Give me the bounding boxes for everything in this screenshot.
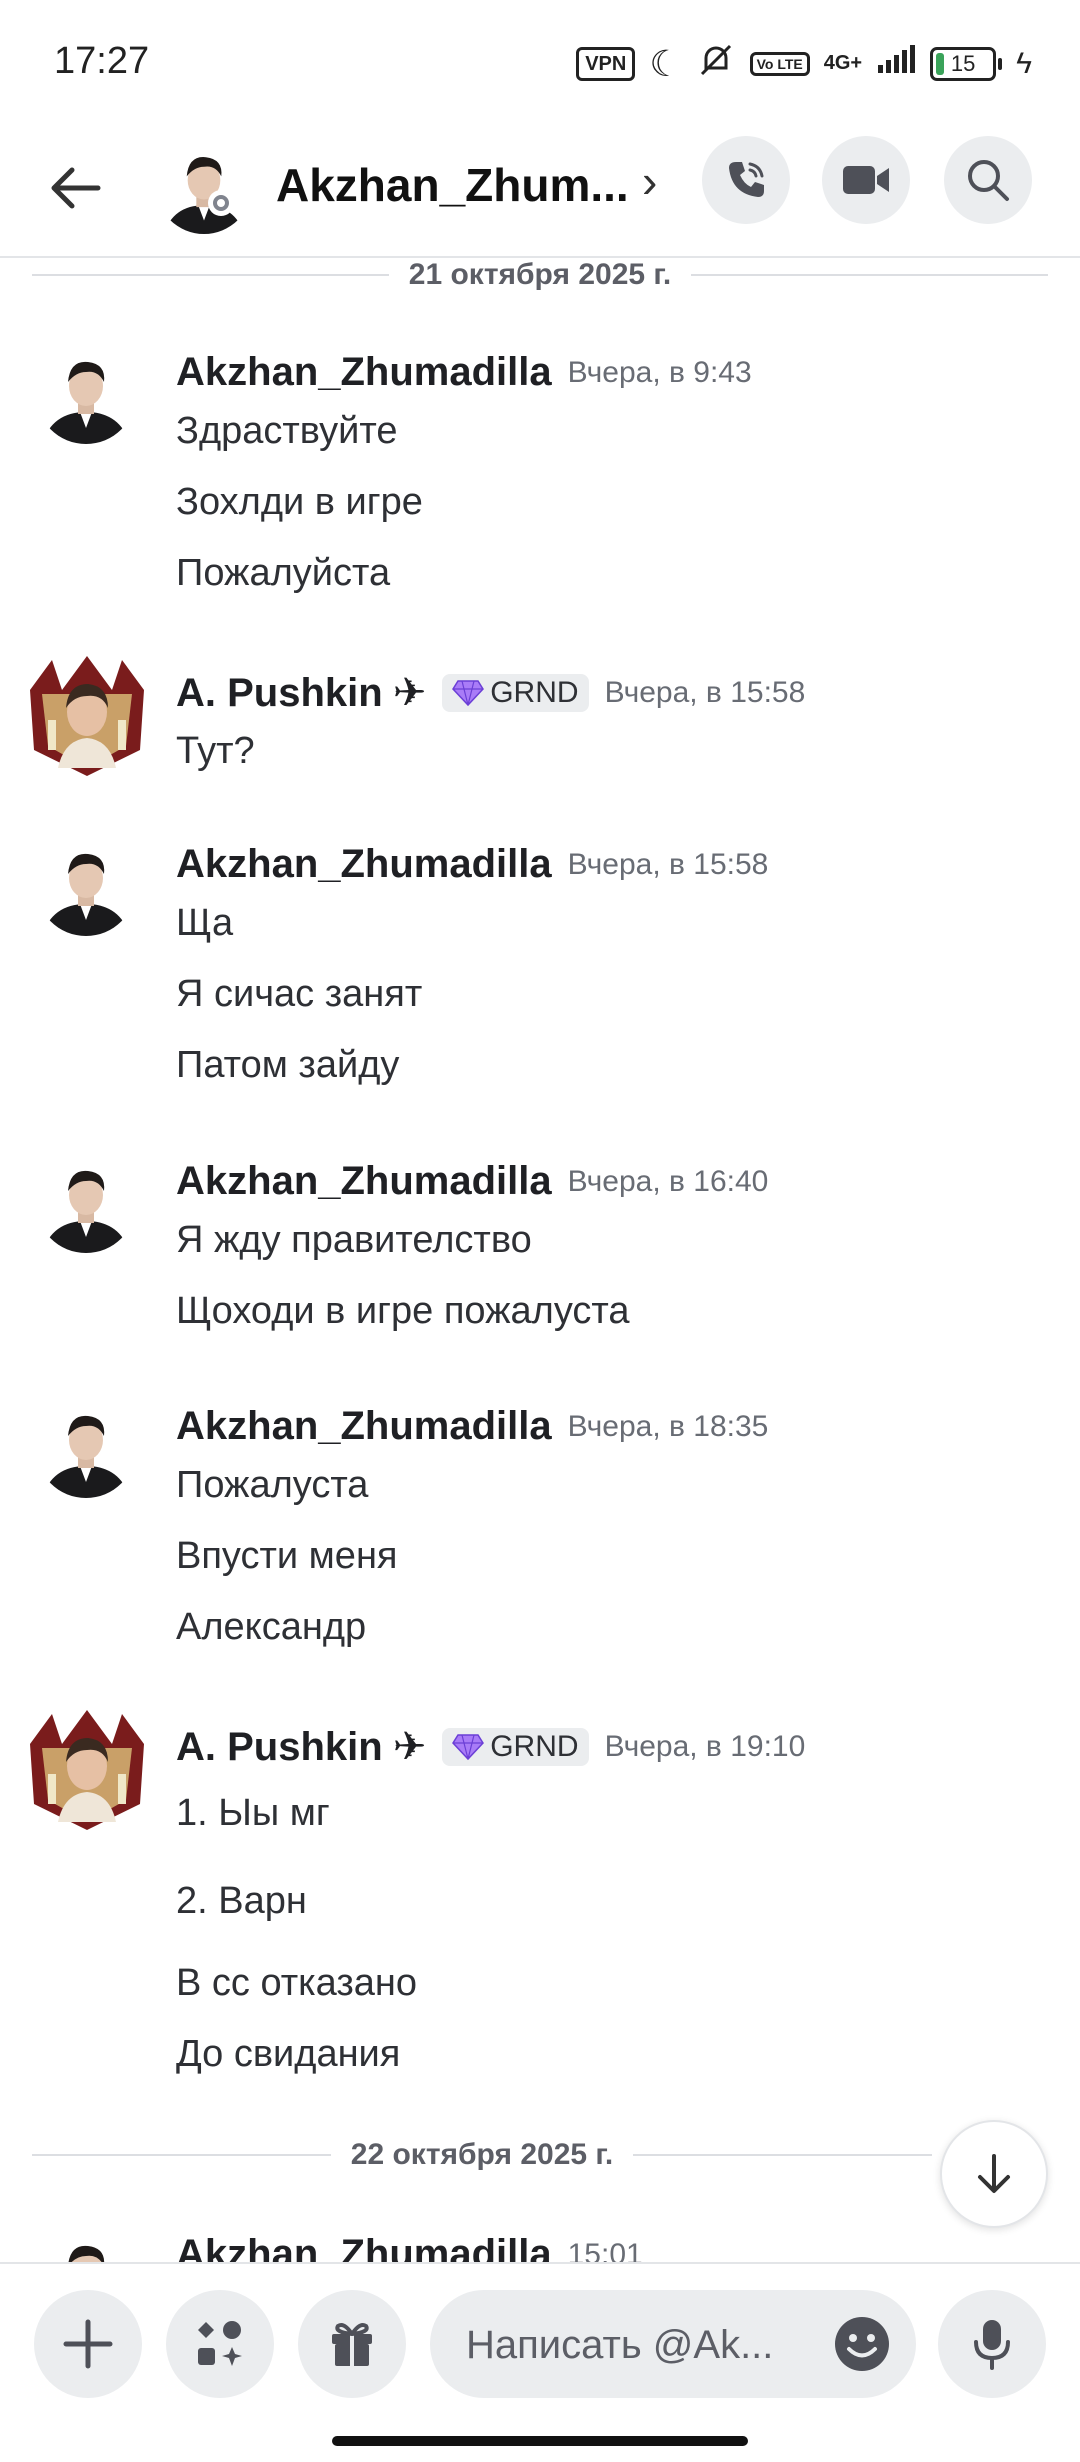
search-icon — [968, 160, 1009, 201]
offline-status-icon — [208, 190, 234, 216]
message-composer — [0, 2262, 1080, 2462]
video-camera-icon — [843, 166, 889, 194]
header-avatar[interactable] — [156, 138, 252, 234]
chat-title[interactable]: Akzhan_Zhum... — [276, 158, 629, 212]
plus-icon — [63, 2319, 113, 2369]
message-text[interactable]: Александр — [176, 1606, 366, 1649]
message-timestamp: Вчера, в 19:10 — [604, 1730, 806, 1763]
signal-icon — [876, 45, 916, 82]
status-time: 17:27 — [54, 40, 150, 82]
message-input[interactable] — [464, 2312, 808, 2378]
home-indicator[interactable] — [332, 2436, 748, 2446]
gift-button[interactable] — [298, 2290, 406, 2398]
battery-fill — [936, 52, 945, 75]
message-text[interactable]: Я жду правителство — [176, 1219, 532, 1262]
guild-tag[interactable]: GRND — [442, 674, 589, 712]
date-divider: 21 октября 2025 г. — [32, 250, 1049, 300]
message-text[interactable]: В сс отказано — [176, 1962, 417, 2005]
message-author[interactable]: A. Pushkin — [176, 671, 383, 716]
arrow-down-icon — [978, 2154, 1010, 2193]
message-timestamp: 15:01 — [567, 2237, 643, 2263]
message-author[interactable]: Akzhan_Zhumadilla — [176, 350, 552, 395]
battery-icon: 15 — [930, 46, 1003, 81]
message-timestamp: Вчера, в 15:58 — [604, 676, 806, 709]
message-author[interactable]: A. Pushkin — [176, 1725, 383, 1770]
message-author[interactable]: Akzhan_Zhumadilla — [176, 842, 552, 887]
video-call-button[interactable] — [822, 136, 910, 224]
status-icons: VPN ☾ Vo LTE 4G+ 15 ϟ — [576, 40, 1032, 87]
message-text[interactable]: До свидания — [176, 2033, 400, 2076]
message-text[interactable]: Тут? — [176, 730, 255, 773]
charging-icon: ϟ — [1016, 46, 1032, 80]
guild-tag[interactable]: GRND — [442, 1728, 589, 1766]
volte-icon: Vo LTE — [749, 51, 810, 76]
message-text[interactable]: Зохлди в игре — [176, 481, 423, 524]
gift-icon — [332, 2323, 372, 2366]
message-group: Akzhan_Zhumadilla 15:01 — [0, 2226, 1080, 2262]
guild-tag-label: GRND — [490, 676, 579, 709]
phone-icon — [729, 162, 764, 197]
message-author[interactable]: Akzhan_Zhumadilla — [176, 2232, 552, 2262]
chevron-right-icon[interactable]: › — [642, 154, 657, 208]
avatar[interactable] — [22, 650, 152, 780]
message-text[interactable]: Щоходи в игре пожалуста — [176, 1290, 630, 1333]
battery-level: 15 — [950, 50, 976, 76]
message-text[interactable]: Я сичас занят — [176, 973, 422, 1016]
back-arrow-icon — [51, 167, 101, 209]
voice-message-button[interactable] — [938, 2290, 1046, 2398]
message-author[interactable]: Akzhan_Zhumadilla — [176, 1404, 552, 1449]
emoji-icon — [835, 2317, 889, 2371]
gem-icon — [452, 1734, 485, 1761]
network-type: 4G+ — [823, 52, 863, 74]
avatar[interactable] — [36, 2228, 136, 2262]
back-button[interactable] — [44, 156, 108, 220]
date-divider-label: 21 октября 2025 г. — [408, 258, 672, 291]
moon-icon: ☾ — [649, 42, 682, 84]
message-text[interactable]: Ща — [176, 902, 233, 945]
avatar[interactable] — [22, 1704, 152, 1834]
airplane-icon: ✈ — [392, 1725, 427, 1769]
message-text[interactable]: Пожалуста — [176, 1464, 368, 1507]
avatar[interactable] — [36, 1153, 136, 1253]
message-text[interactable]: Здраствуйте — [176, 410, 398, 453]
guild-tag-label: GRND — [490, 1730, 579, 1763]
message-timestamp: Вчера, в 15:58 — [567, 847, 769, 881]
microphone-icon — [974, 2320, 1010, 2370]
date-divider: 22 октября 2025 г. — [32, 2130, 933, 2180]
list-item[interactable]: 1. Ыы мг — [176, 1792, 330, 1835]
status-bar: 17:27 VPN ☾ Vo LTE 4G+ 15 ϟ — [0, 0, 1080, 120]
mute-icon — [696, 40, 736, 87]
attach-button[interactable] — [34, 2290, 142, 2398]
message-timestamp: Вчера, в 18:35 — [567, 1409, 769, 1443]
apps-button[interactable] — [166, 2290, 274, 2398]
message-input-container[interactable] — [430, 2290, 916, 2398]
avatar[interactable] — [36, 836, 136, 936]
search-button[interactable] — [944, 136, 1032, 224]
gem-icon — [452, 680, 485, 707]
vpn-icon: VPN — [576, 46, 636, 81]
chat-header: Akzhan_Zhum... › — [0, 120, 1080, 258]
message-text[interactable]: Пожалуйста — [176, 552, 390, 595]
avatar[interactable] — [36, 344, 136, 444]
apps-icon — [198, 2321, 242, 2366]
message-timestamp: Вчера, в 9:43 — [567, 355, 752, 389]
emoji-button[interactable] — [832, 2314, 892, 2374]
message-author[interactable]: Akzhan_Zhumadilla — [176, 1159, 552, 1204]
voice-call-button[interactable] — [702, 136, 790, 224]
message-timestamp: Вчера, в 16:40 — [567, 1164, 769, 1198]
airplane-icon: ✈ — [392, 671, 427, 715]
list-item[interactable]: 2. Варн — [176, 1880, 307, 1923]
message-text[interactable]: Патом зайду — [176, 1044, 399, 1087]
avatar[interactable] — [36, 1398, 136, 1498]
message-text[interactable]: Впусти меня — [176, 1535, 398, 1578]
date-divider-label: 22 октября 2025 г. — [350, 2138, 614, 2171]
jump-to-bottom-button[interactable] — [940, 2120, 1048, 2228]
